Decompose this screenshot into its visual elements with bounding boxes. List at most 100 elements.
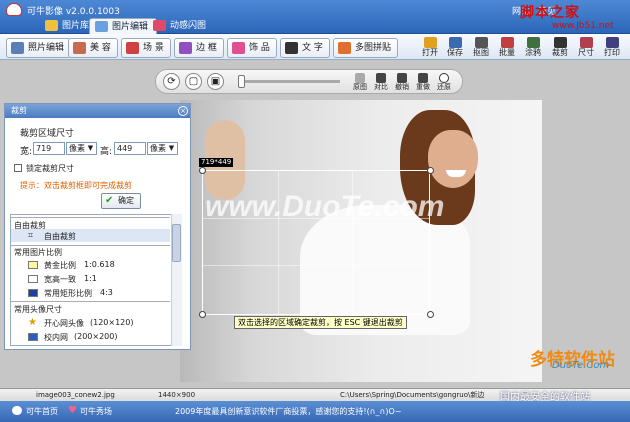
restore-icon [439, 73, 449, 83]
rotate-icon[interactable]: ⟳ [163, 73, 180, 90]
status-filename: image003_conew2.jpg [36, 391, 115, 399]
unit-value: 像素 [69, 144, 85, 153]
square-icon [28, 275, 38, 283]
printer-icon [605, 37, 619, 48]
show-link[interactable]: 可牛秀场 [80, 406, 112, 417]
crop-handle-bottom-left[interactable] [199, 311, 206, 318]
list-item-free-crop[interactable] [11, 229, 170, 242]
print-button[interactable]: 打印 [600, 36, 624, 60]
crop-handle-bottom-right[interactable] [427, 311, 434, 318]
xiaonei-icon [28, 333, 38, 341]
compare-icon [376, 73, 386, 83]
button-label: 抠图 [473, 48, 489, 57]
app-logo-icon [6, 3, 22, 16]
width-label: 宽: [20, 147, 33, 157]
text-button[interactable]: 文 字 [280, 38, 330, 58]
undo-button[interactable]: 撤销 [392, 73, 412, 92]
list-item-golden-ratio[interactable]: 黄金比例 [44, 260, 76, 271]
photo-edit-icon [11, 42, 24, 54]
button-label: 美 容 [90, 43, 111, 53]
original-button[interactable]: 原图 [350, 73, 370, 92]
folder-icon [45, 20, 58, 31]
list-section-ratio: 常用图片比例 [14, 248, 62, 257]
zoom-slider-thumb[interactable] [238, 75, 245, 88]
status-dimensions: 1440×900 [158, 391, 196, 399]
divider [11, 245, 170, 246]
button-label: 涂鸦 [525, 48, 541, 57]
lock-size-checkbox[interactable] [14, 164, 22, 172]
crop-icon: ⌗ [28, 231, 34, 241]
open-button[interactable]: 打开 [418, 36, 442, 60]
list-item-kaixin[interactable]: 开心网头像 [44, 318, 84, 329]
crop-tip: 提示：双击裁剪框即可完成裁剪 [20, 181, 132, 190]
resize-icon [579, 37, 593, 48]
image-edit-icon [95, 21, 108, 32]
collage-button[interactable]: 多图拼贴 [333, 38, 399, 58]
bow-icon [232, 42, 245, 54]
list-item-square[interactable]: 宽高一致 [44, 274, 76, 285]
crop-grid-line [203, 265, 429, 267]
accessory-button[interactable]: 饰 品 [227, 38, 277, 58]
home-link[interactable]: 可牛首页 [26, 406, 58, 417]
height-unit-select[interactable]: 像素 ▼ [147, 142, 178, 155]
confirm-button[interactable]: ✔ 确定 [101, 193, 141, 209]
list-item-rectangle[interactable]: 常用矩形比例 [44, 288, 92, 299]
button-label: 边 框 [196, 43, 217, 53]
width-unit-select[interactable]: 像素 ▼ [66, 142, 97, 155]
ratio-value: 4:3 [100, 288, 113, 297]
fit-screen-icon[interactable]: ▢ [185, 73, 202, 90]
crop-handle-top-right[interactable] [427, 167, 434, 174]
tab-image-edit[interactable]: 图片编辑 [89, 18, 158, 34]
button-label: 多图拼贴 [355, 43, 392, 53]
frame-button[interactable]: 边 框 [174, 38, 224, 58]
footer-message[interactable]: 2009年度最具创新意识软件厂商投票，感谢您的支持!(∩_∩)O~ [175, 406, 402, 417]
button-label: 裁剪 [552, 48, 568, 57]
heart-icon: ♥ [68, 405, 77, 416]
brush-icon [526, 37, 540, 48]
beauty-button[interactable]: 美 容 [68, 38, 118, 58]
button-label: 撤销 [395, 83, 409, 91]
resize-button[interactable]: 尺寸 [574, 36, 598, 60]
frame-icon [179, 42, 192, 54]
save-button[interactable]: 保存 [443, 36, 467, 60]
redo-button[interactable]: 重做 [413, 73, 433, 92]
list-scrollbar-thumb[interactable] [172, 224, 181, 262]
crop-button[interactable]: 裁剪 [548, 36, 572, 60]
cutout-button[interactable]: 抠图 [469, 36, 493, 60]
crop-selection-box[interactable] [202, 170, 430, 315]
width-input[interactable]: 719 [33, 142, 65, 155]
unit-value: 像素 [150, 144, 166, 153]
kaixin-icon: ★ [28, 317, 37, 328]
button-label: 场 景 [143, 43, 164, 53]
compare-button[interactable]: 对比 [371, 73, 391, 92]
height-input[interactable]: 449 [114, 142, 146, 155]
button-label: 饰 品 [249, 43, 270, 53]
golden-ratio-icon [28, 261, 38, 269]
face-icon [73, 42, 86, 54]
divider [11, 301, 170, 302]
crop-grid-line [352, 171, 354, 314]
button-label: 打开 [422, 48, 438, 57]
crop-size-section-title: 裁剪区域尺寸 [20, 129, 75, 139]
zoom-slider[interactable] [240, 80, 340, 83]
scene-button[interactable]: 场 景 [121, 38, 171, 58]
close-icon[interactable]: × [178, 106, 188, 116]
restore-button[interactable]: 还原 [434, 73, 454, 92]
tab-animated-flash[interactable]: 动感闪图 [148, 18, 214, 34]
actual-size-icon[interactable]: ▣ [207, 73, 224, 90]
size-value: (200×200) [74, 332, 118, 341]
photo-edit-button[interactable]: 照片编辑 [6, 38, 72, 58]
original-icon [355, 73, 365, 83]
list-item-xiaonei[interactable]: 校内网 [44, 332, 68, 343]
photo-face-shape [428, 130, 478, 188]
crop-size-label: 719*449 [199, 158, 234, 167]
batch-icon [500, 37, 514, 48]
check-icon: ✔ [105, 195, 114, 206]
button-label: 重做 [416, 83, 430, 91]
batch-button[interactable]: 批量 [495, 36, 519, 60]
doodle-button[interactable]: 涂鸦 [521, 36, 545, 60]
crop-handle-top-left[interactable] [199, 167, 206, 174]
cutout-icon [474, 37, 488, 48]
button-label: 还原 [437, 83, 451, 91]
button-label: 批量 [499, 48, 515, 57]
